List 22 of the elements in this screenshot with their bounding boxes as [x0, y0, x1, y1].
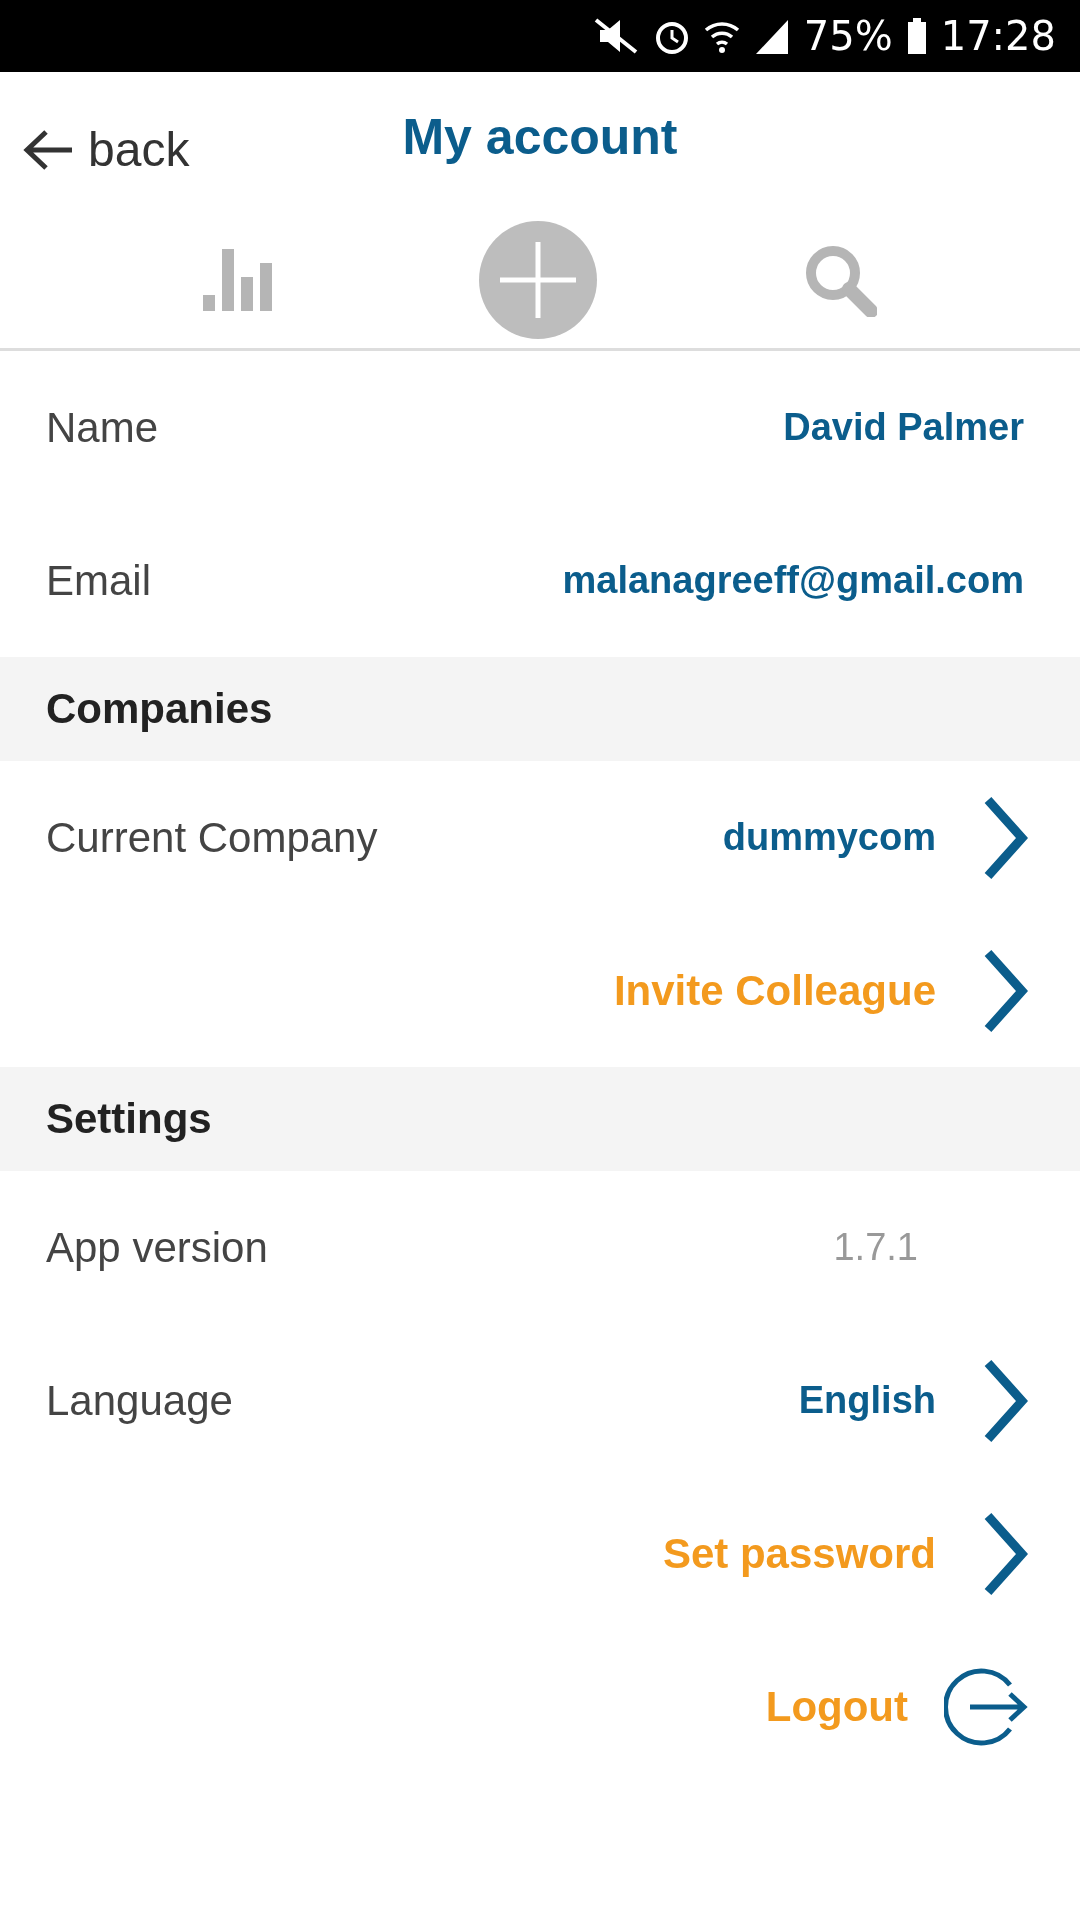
row-value: malanagreeff@gmail.com [562, 559, 1024, 602]
row-label: App version [46, 1223, 269, 1272]
chevron-right-icon[interactable] [982, 1511, 1028, 1596]
clock: 17:28 [940, 13, 1056, 59]
row-value-link[interactable]: English [798, 1379, 936, 1422]
section-header: Settings [0, 1067, 1080, 1171]
chevron-right-icon[interactable] [982, 795, 1028, 880]
row-label: Email [46, 556, 153, 605]
page-title: My account [402, 108, 678, 166]
chevron-right-icon[interactable] [982, 948, 1028, 1033]
battery-percent: 75% [803, 13, 893, 59]
back-button[interactable]: back [22, 122, 190, 177]
row-label: Language [46, 1376, 234, 1425]
arrow-left-icon[interactable] [22, 127, 74, 172]
battery-icon [906, 16, 927, 56]
row-value: 1.7.1 [833, 1226, 918, 1269]
row-value: David Palmer [783, 406, 1024, 449]
row-value-link[interactable]: dummycom [722, 816, 936, 859]
row-label: Current Company [46, 813, 379, 862]
row-label: Name [46, 403, 160, 452]
section-header: Companies [0, 657, 1080, 761]
chevron-right-icon[interactable] [982, 1358, 1028, 1443]
